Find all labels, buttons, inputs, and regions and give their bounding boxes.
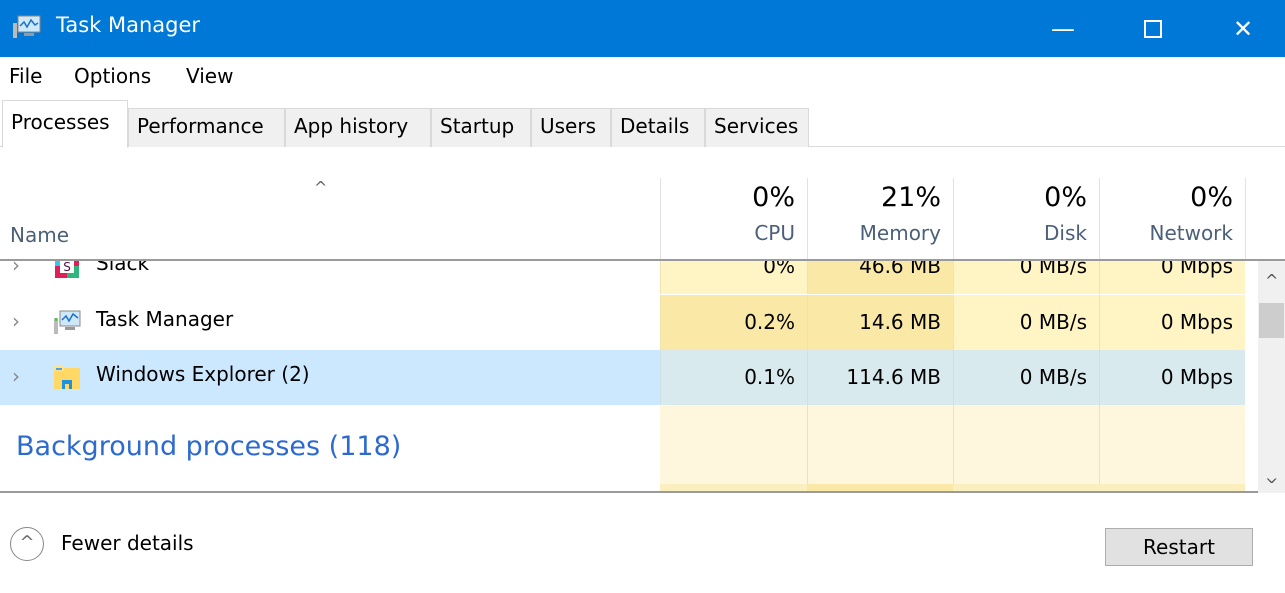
tab-app-history[interactable]: App history	[285, 108, 431, 147]
maximize-button[interactable]	[1108, 0, 1198, 57]
group-header-background-processes[interactable]: Background processes (118)	[16, 431, 401, 462]
title-bar: Task Manager — ✕	[0, 0, 1285, 57]
column-header: ^ Name 0% CPU 21% Memory 0% Disk 0% Network	[0, 178, 1285, 261]
tab-bar: Processes Performance App history Startu…	[0, 97, 1285, 148]
menu-bar: File Options View	[0, 57, 1285, 97]
table-row-selected[interactable]: › Windows Explorer (2) 0.1% 114.6 MB 0 M…	[0, 350, 1245, 405]
tab-details[interactable]: Details	[611, 108, 705, 147]
menu-file[interactable]: File	[9, 64, 42, 88]
scrollbar-thumb[interactable]	[1259, 303, 1284, 338]
scroll-down-icon[interactable]: ^	[1265, 467, 1278, 486]
tab-processes[interactable]: Processes	[2, 100, 128, 148]
vertical-scrollbar[interactable]: ^ ^	[1258, 261, 1285, 493]
network-label: Network	[1149, 221, 1233, 245]
column-disk[interactable]: 0% Disk	[953, 178, 1099, 259]
process-name: Slack	[96, 261, 150, 275]
memory-cell: 114.6 MB	[807, 350, 953, 405]
column-memory[interactable]: 21% Memory	[807, 178, 953, 259]
footer: ^ Fewer details Restart	[0, 495, 1285, 593]
close-button[interactable]: ✕	[1198, 0, 1285, 57]
disk-cell: 0 MB/s	[953, 295, 1099, 350]
process-name: Windows Explorer (2)	[96, 362, 310, 386]
chevron-up-circle-icon[interactable]: ^	[10, 527, 44, 561]
memory-cell: 14.6 MB	[807, 295, 953, 350]
tab-startup[interactable]: Startup	[431, 108, 531, 147]
column-name[interactable]: Name	[10, 223, 69, 247]
tab-users[interactable]: Users	[531, 108, 611, 147]
expand-chevron-icon[interactable]: ›	[12, 364, 20, 388]
slack-icon: S	[55, 261, 79, 278]
network-cell: 0 Mbps	[1099, 261, 1245, 294]
menu-options[interactable]: Options	[74, 64, 151, 88]
cpu-cell: 0.1%	[660, 350, 807, 405]
memory-label: Memory	[859, 221, 941, 245]
network-cell: 0 Mbps	[1099, 350, 1245, 405]
scroll-up-icon[interactable]: ^	[1265, 271, 1278, 290]
disk-label: Disk	[1044, 221, 1087, 245]
process-list: › S Slack 0% 46.6 MB 0 MB/s 0 Mbps › Tas…	[0, 261, 1258, 493]
cpu-label: CPU	[754, 221, 795, 245]
folder-icon	[54, 366, 80, 389]
disk-cell: 0 MB/s	[953, 350, 1099, 405]
table-row[interactable]: › S Slack 0% 46.6 MB 0 MB/s 0 Mbps	[0, 261, 1245, 294]
cpu-total: 0%	[752, 182, 795, 213]
expand-chevron-icon[interactable]: ›	[12, 309, 20, 333]
sort-ascending-icon: ^	[314, 178, 328, 197]
menu-view[interactable]: View	[186, 64, 233, 88]
column-cpu[interactable]: 0% CPU	[660, 178, 807, 259]
minimize-button[interactable]: —	[1018, 0, 1108, 57]
svg-text:S: S	[63, 261, 71, 274]
cpu-cell: 0.2%	[660, 295, 807, 350]
table-row[interactable]: › Task Manager 0.2% 14.6 MB 0 MB/s 0 Mbp…	[0, 295, 1245, 350]
disk-total: 0%	[1044, 182, 1087, 213]
window-title: Task Manager	[56, 13, 201, 37]
network-cell: 0 Mbps	[1099, 295, 1245, 350]
task-manager-icon	[13, 15, 41, 38]
process-name: Task Manager	[96, 307, 234, 331]
restart-button[interactable]: Restart	[1105, 528, 1253, 566]
disk-cell: 0 MB/s	[953, 261, 1099, 294]
column-network[interactable]: 0% Network	[1099, 178, 1246, 259]
memory-cell: 46.6 MB	[807, 261, 953, 294]
cpu-cell: 0%	[660, 261, 807, 294]
fewer-details-link[interactable]: Fewer details	[61, 531, 194, 555]
task-manager-icon	[54, 310, 81, 334]
memory-total: 21%	[880, 182, 941, 213]
network-total: 0%	[1190, 182, 1233, 213]
tab-performance[interactable]: Performance	[128, 108, 285, 147]
tab-services[interactable]: Services	[705, 108, 809, 147]
expand-chevron-icon[interactable]: ›	[12, 261, 20, 277]
